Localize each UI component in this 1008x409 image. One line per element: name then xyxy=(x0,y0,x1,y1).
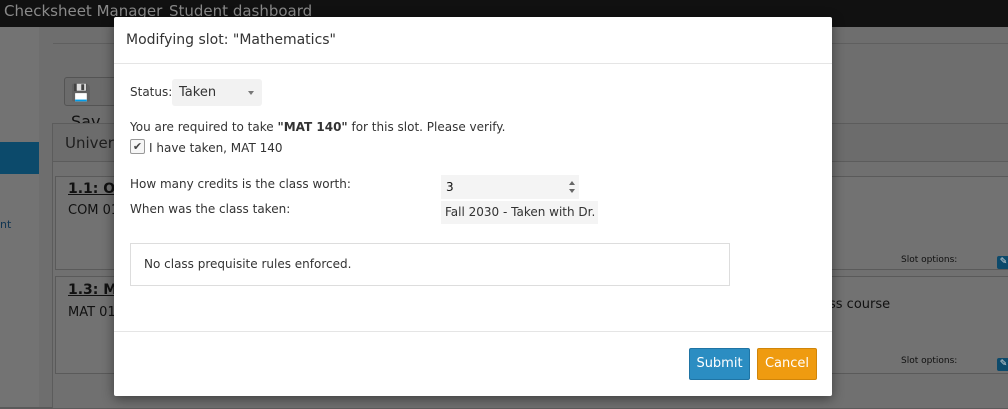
spinner-up-icon[interactable] xyxy=(569,181,575,185)
verify-message: You are required to take "MAT 140" for t… xyxy=(130,120,506,134)
modal-footer: Submit Cancel xyxy=(114,331,832,397)
modal-body: Status: Taken You are required to take "… xyxy=(114,64,832,331)
check-icon: ✔ xyxy=(132,140,143,153)
status-value: Taken xyxy=(179,85,217,100)
edit-icon[interactable]: ✎ xyxy=(997,256,1008,269)
verify-suffix: for this slot. Please verify. xyxy=(347,120,506,134)
caret-down-icon xyxy=(248,91,254,95)
credits-value: 3 xyxy=(446,180,454,194)
submit-button[interactable]: Submit xyxy=(689,348,750,380)
slot-course-code: MAT 01 xyxy=(68,305,116,320)
edit-icon[interactable]: ✎ xyxy=(997,358,1008,371)
taken-checkbox-label: I have taken, MAT 140 xyxy=(149,141,283,155)
slot-course-code: COM 01 xyxy=(68,203,120,218)
taken-checkbox[interactable]: ✔ xyxy=(130,139,145,154)
slot-note: ss course xyxy=(829,297,891,312)
credits-label: How many credits is the class worth: xyxy=(130,177,351,191)
credits-input[interactable]: 3 xyxy=(441,175,579,199)
modal-header: Modifying slot: "Mathematics" xyxy=(114,17,832,64)
sidebar-active-item[interactable] xyxy=(0,142,39,174)
taken-when-label: When was the class taken: xyxy=(130,202,291,216)
prerequisite-notice: No class prequisite rules enforced. xyxy=(130,243,730,286)
slot-options-label: Slot options: xyxy=(901,255,958,265)
modal-title: Modifying slot: "Mathematics" xyxy=(126,32,336,48)
taken-when-input[interactable]: Fall 2030 - Taken with Dr. F xyxy=(441,201,598,224)
modify-slot-modal: Modifying slot: "Mathematics" Status: Ta… xyxy=(114,17,832,396)
status-select[interactable]: Taken xyxy=(172,79,262,106)
verify-prefix: You are required to take xyxy=(130,120,278,134)
status-label: Status: xyxy=(130,85,173,99)
spinner-down-icon[interactable] xyxy=(569,189,575,193)
save-icon: 💾 xyxy=(71,83,91,102)
sidebar-item-label[interactable]: nt xyxy=(0,218,11,231)
verify-course: "MAT 140" xyxy=(277,120,348,134)
slot-options-label: Slot options: xyxy=(901,356,958,366)
cancel-button[interactable]: Cancel xyxy=(757,348,817,380)
